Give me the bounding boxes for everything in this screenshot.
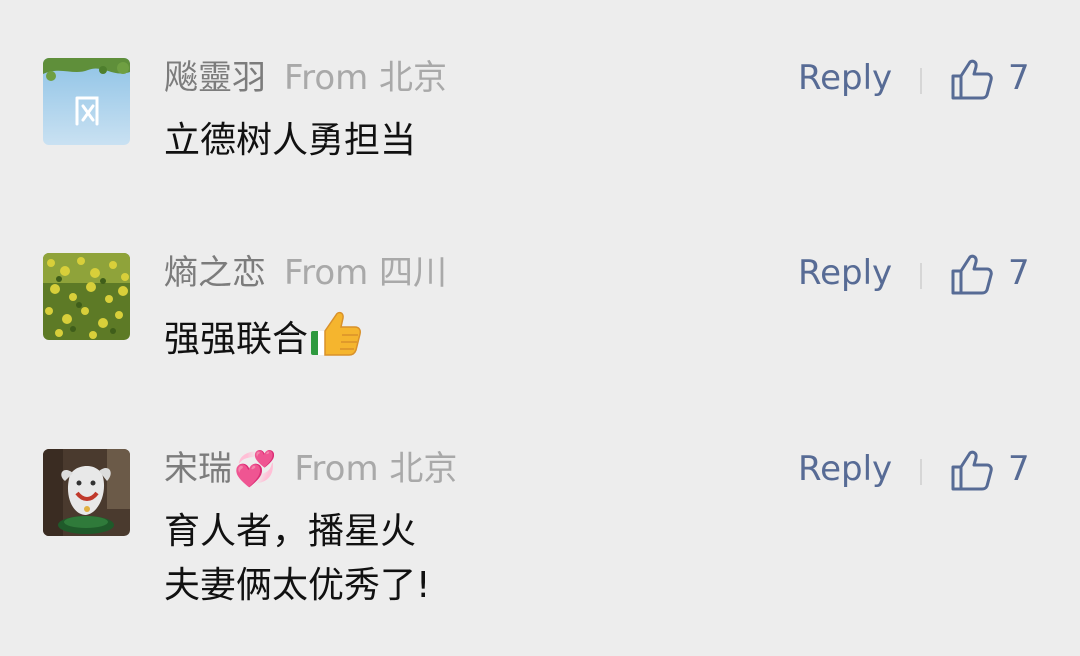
comment-meta: 飚靈羽 From 北京 bbox=[164, 58, 447, 98]
nickname[interactable]: 飚靈羽 bbox=[164, 58, 266, 98]
avatar-image bbox=[43, 58, 130, 145]
divider bbox=[920, 459, 922, 485]
avatar[interactable] bbox=[43, 253, 130, 340]
thumbs-up-emoji-icon bbox=[310, 309, 362, 357]
reply-button[interactable]: Reply bbox=[798, 253, 892, 293]
location: From 四川 bbox=[284, 253, 448, 293]
avatar[interactable] bbox=[43, 58, 130, 145]
comment-meta: 宋瑞💞 From 北京 bbox=[164, 449, 457, 489]
nickname[interactable]: 宋瑞 bbox=[164, 449, 232, 489]
divider bbox=[920, 263, 922, 289]
comment-text: 强强联合 bbox=[164, 309, 362, 367]
hearts-emoji-icon: 💞 bbox=[234, 449, 277, 489]
like-count: 7 bbox=[1008, 58, 1030, 98]
avatar-image bbox=[43, 253, 130, 340]
reply-button[interactable]: Reply bbox=[798, 449, 892, 489]
comment-meta: 熵之恋 From 四川 bbox=[164, 253, 447, 293]
divider bbox=[920, 68, 922, 94]
like-count: 7 bbox=[1008, 449, 1030, 489]
thumbs-up-outline-icon[interactable] bbox=[950, 58, 994, 100]
location: From 北京 bbox=[284, 58, 448, 98]
comment-text: 育人者，播星火 夫妻俩太优秀了! bbox=[164, 505, 430, 613]
thumbs-up-outline-icon[interactable] bbox=[950, 449, 994, 491]
comment-text: 立德树人勇担当 bbox=[164, 114, 416, 168]
thumbs-up-outline-icon[interactable] bbox=[950, 253, 994, 295]
location: From 北京 bbox=[294, 449, 458, 489]
comment-line: 育人者，播星火 bbox=[164, 511, 417, 552]
comment-line: 立德树人勇担当 bbox=[164, 120, 417, 161]
avatar[interactable] bbox=[43, 449, 130, 536]
comment-line: 强强联合 bbox=[164, 309, 362, 367]
comment-line-text: 强强联合 bbox=[164, 319, 309, 360]
avatar-image bbox=[43, 449, 130, 536]
reply-button[interactable]: Reply bbox=[798, 58, 892, 98]
nickname[interactable]: 熵之恋 bbox=[164, 253, 266, 293]
comment-line: 夫妻俩太优秀了! bbox=[164, 565, 431, 606]
like-count: 7 bbox=[1008, 253, 1030, 293]
